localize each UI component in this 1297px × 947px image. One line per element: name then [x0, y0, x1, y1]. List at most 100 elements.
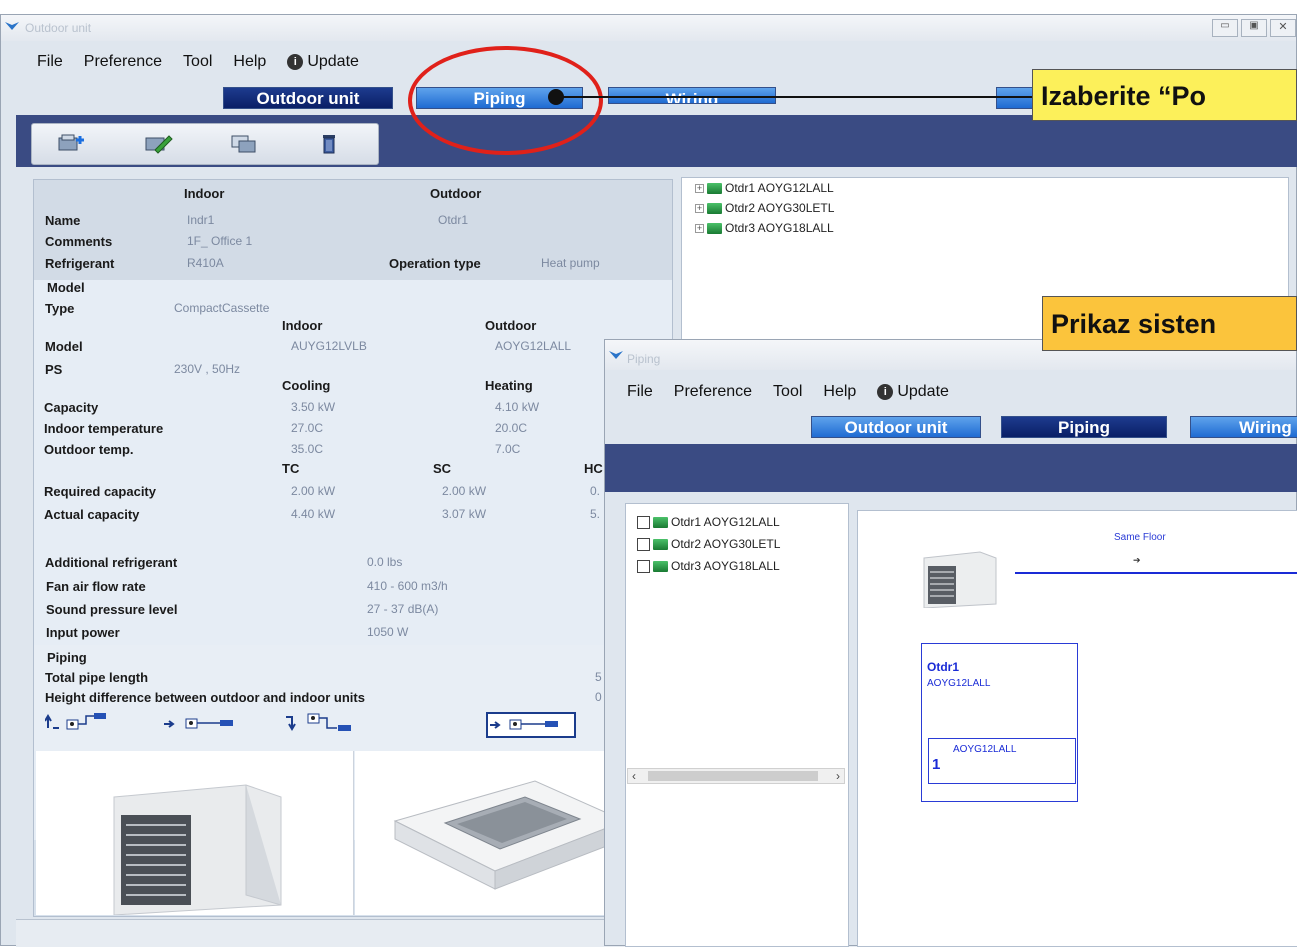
highlight-ellipse — [408, 46, 603, 155]
piping-window: Piping File Preference Tool Help i Updat… — [604, 339, 1297, 947]
outdoor-temp-heating: 7.0C — [495, 442, 521, 456]
indoor-temp-label: Indoor temperature — [44, 421, 164, 436]
checkbox[interactable] — [637, 559, 650, 573]
tree-item-otdr2[interactable]: + Otdr2 AOYG30LETL — [695, 201, 834, 215]
list-item-label: Otdr3 AOYG18LALL — [671, 559, 780, 573]
required-capacity-label: Required capacity — [44, 484, 156, 499]
checkbox[interactable] — [637, 515, 650, 529]
tab-wiring[interactable]: Wiring — [1190, 416, 1297, 438]
expand-icon[interactable]: + — [695, 223, 704, 233]
callout-connector-line — [555, 96, 1040, 98]
input-power-value: 1050 W — [367, 625, 409, 639]
menu-preference[interactable]: Preference — [674, 383, 752, 401]
model-section-label: Model — [47, 280, 85, 295]
menu-help[interactable]: Help — [823, 383, 856, 401]
callout-select-piping: Izaberite “Po — [1032, 69, 1297, 121]
menu-update-label: Update — [897, 383, 949, 400]
list-item-otdr2[interactable]: Otdr2 AOYG30LETL — [637, 537, 780, 551]
indoor-temp-heating: 20.0C — [495, 421, 528, 435]
expand-icon[interactable]: + — [695, 183, 704, 193]
menu-file[interactable]: File — [627, 383, 653, 401]
callout-system-view: Prikaz sisten — [1042, 296, 1297, 351]
additional-refrigerant-label: Additional refrigerant — [45, 555, 178, 570]
folder-icon — [707, 202, 722, 214]
folder-icon — [653, 538, 668, 550]
operation-type-label: Operation type — [389, 256, 481, 271]
menu-preference[interactable]: Preference — [84, 53, 162, 71]
sc-header: SC — [433, 461, 452, 476]
tab-outdoor-unit[interactable]: Outdoor unit — [811, 416, 981, 438]
refrigerant-value: R410A — [187, 256, 224, 270]
menu-bar: File Preference Tool Help i Update — [37, 53, 359, 71]
list-item-otdr1[interactable]: Otdr1 AOYG12LALL — [637, 515, 780, 529]
menu-update[interactable]: i Update — [287, 53, 359, 71]
outdoor-unit-icon — [923, 551, 997, 608]
toolbar — [31, 123, 379, 165]
heating-header: Heating — [485, 378, 533, 393]
flow-arrow-icon: ➔ — [1133, 555, 1141, 565]
pipe-layout-level-icon[interactable] — [164, 712, 254, 732]
name-indoor-value: Indr1 — [187, 213, 215, 227]
checkbox[interactable] — [637, 537, 650, 551]
delete-icon[interactable] — [314, 132, 344, 154]
window-title: Outdoor unit — [25, 21, 92, 35]
actual-tc: 4.40 kW — [291, 507, 336, 521]
required-tc: 2.00 kW — [291, 484, 336, 498]
piping-diagram-panel: Same Floor ➔ Otdr1 AOYG12LALL AOYG12LALL… — [857, 510, 1297, 947]
outdoor-header: Outdoor — [430, 186, 482, 201]
piping-menu-bar: File Preference Tool Help i Update — [627, 383, 949, 401]
menu-help[interactable]: Help — [233, 53, 266, 71]
minimize-button[interactable]: ▭ — [1212, 19, 1238, 37]
tab-piping[interactable]: Piping — [1001, 416, 1167, 438]
system-unit-model: AOYG12LALL — [927, 678, 991, 689]
callout-connector-dot — [548, 89, 564, 105]
model-outdoor-value: AOYG12LALL — [495, 339, 572, 353]
menu-tool[interactable]: Tool — [183, 53, 212, 71]
indoor-unit-box[interactable]: AOYG12LALL 1 — [928, 738, 1076, 784]
hc-header: HC — [584, 461, 603, 476]
actual-sc: 3.07 kW — [442, 507, 487, 521]
menu-tool[interactable]: Tool — [773, 383, 802, 401]
expand-icon[interactable]: + — [695, 203, 704, 213]
pipe-layout-down-icon[interactable] — [286, 712, 376, 732]
actual-hc: 5. — [590, 507, 601, 521]
indoor-unit-model: AOYG12LALL — [953, 744, 1017, 755]
app-logo-icon — [609, 351, 623, 359]
folder-icon — [653, 516, 668, 528]
window-controls: ▭ ▣ ✕ — [1212, 19, 1296, 37]
list-item-otdr3[interactable]: Otdr3 AOYG18LALL — [637, 559, 780, 573]
indoor-unit-index: 1 — [932, 756, 941, 773]
tree-item-otdr1[interactable]: + Otdr1 AOYG12LALL — [695, 181, 834, 195]
menu-update-label: Update — [307, 53, 359, 70]
menu-file[interactable]: File — [37, 53, 63, 71]
scroll-right-icon[interactable]: › — [836, 769, 840, 783]
tree-item-label: Otdr2 AOYG30LETL — [725, 201, 835, 215]
model-indoor-header: Indoor — [282, 318, 323, 333]
add-unit-icon[interactable] — [56, 132, 86, 154]
total-pipe-length-label: Total pipe length — [45, 670, 149, 685]
fan-air-flow-label: Fan air flow rate — [46, 579, 146, 594]
system-box[interactable]: Otdr1 AOYG12LALL AOYG12LALL 1 — [921, 643, 1078, 802]
tab-outdoor-unit[interactable]: Outdoor unit — [223, 87, 393, 109]
close-button[interactable]: ✕ — [1270, 19, 1296, 37]
folder-icon — [653, 560, 668, 572]
scrollbar-thumb[interactable] — [648, 771, 818, 781]
sound-pressure-label: Sound pressure level — [46, 602, 178, 617]
horizontal-scrollbar[interactable]: ‹ › — [627, 768, 845, 784]
tree-item-otdr3[interactable]: + Otdr3 AOYG18LALL — [695, 221, 834, 235]
pipe-layout-up-icon[interactable] — [45, 712, 135, 732]
indoor-unit-image — [393, 780, 625, 890]
model-indoor-value: AUYG12LVLB — [291, 339, 367, 353]
tc-header: TC — [282, 461, 300, 476]
required-sc: 2.00 kW — [442, 484, 487, 498]
pipe-layout-selected-box[interactable] — [486, 712, 576, 738]
outdoor-unit-image-panel — [36, 751, 354, 915]
maximize-button[interactable]: ▣ — [1241, 19, 1267, 37]
tree-item-label: Otdr3 AOYG18LALL — [725, 221, 834, 235]
edit-icon[interactable] — [143, 132, 173, 154]
menu-update[interactable]: i Update — [877, 383, 949, 401]
copy-icon[interactable] — [229, 132, 259, 154]
scroll-left-icon[interactable]: ‹ — [632, 769, 636, 783]
name-label: Name — [45, 213, 81, 228]
outdoor-temp-cooling: 35.0C — [291, 442, 324, 456]
